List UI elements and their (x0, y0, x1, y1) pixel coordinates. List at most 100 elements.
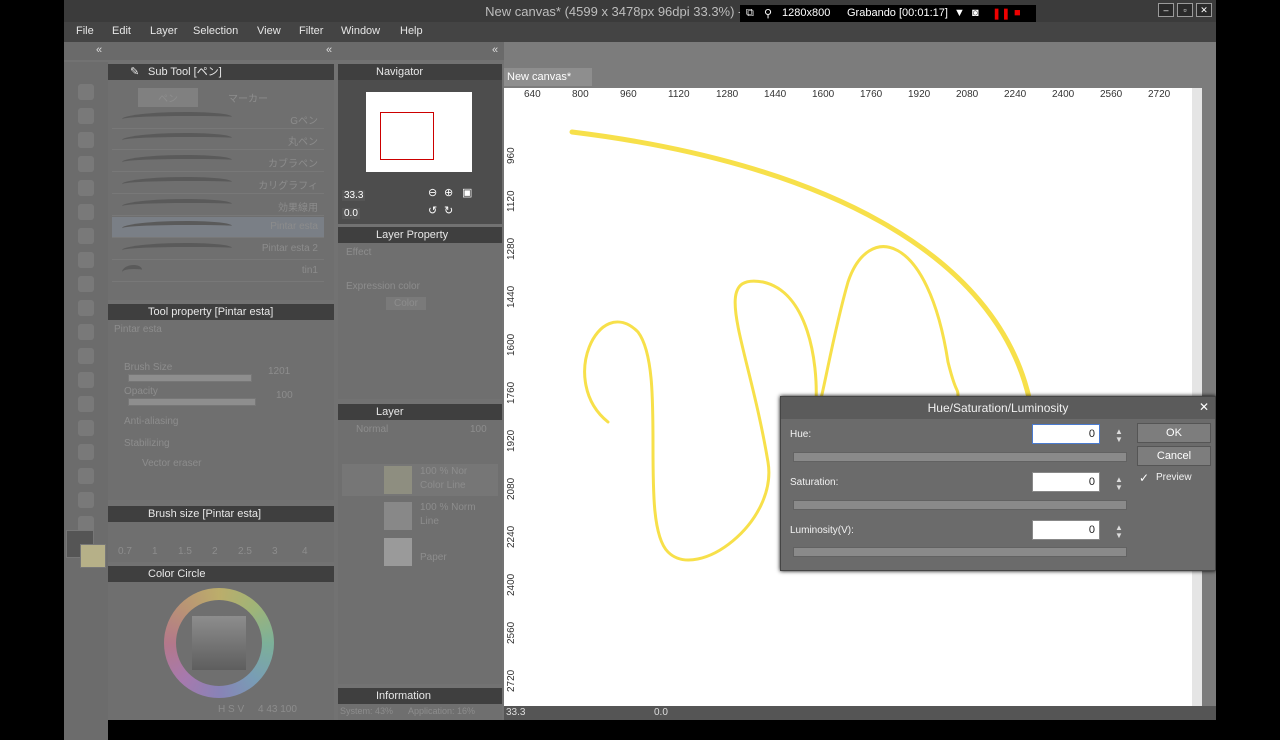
brush-size-option[interactable]: 3 (272, 546, 278, 557)
brush-size-option[interactable]: 2 (212, 546, 218, 557)
airbrush-tool-icon[interactable] (78, 324, 94, 340)
title-bar: New canvas* (4599 x 3478px 96dpi 33.3%) … (64, 0, 1216, 22)
camera-icon[interactable]: ◙ (972, 7, 979, 19)
toolprop-header: Tool property [Pintar esta] (108, 304, 334, 320)
saturation-slider[interactable] (793, 500, 1127, 510)
dock-header: « « « (64, 42, 504, 60)
pen-tool-icon[interactable] (78, 252, 94, 268)
screen-icon[interactable]: ⧉ (746, 7, 754, 20)
collapse-icon[interactable]: « (492, 44, 498, 56)
opacity-slider[interactable] (128, 398, 256, 406)
maximize-button[interactable]: ▫ (1177, 3, 1193, 17)
brush-size-option[interactable]: 1 (152, 546, 158, 557)
eraser-tool-icon[interactable] (78, 372, 94, 388)
menu-help[interactable]: Help (400, 25, 423, 37)
fit-icon[interactable]: ▣ (462, 186, 472, 199)
brush-item[interactable]: Gペン (112, 108, 324, 129)
stop-icon[interactable]: ■ (1014, 7, 1021, 19)
brush-stroke-preview (122, 221, 232, 233)
rotate-right-icon[interactable]: ↻ (444, 204, 453, 217)
minimize-button[interactable]: – (1158, 3, 1174, 17)
brush-size-value[interactable]: 1201 (268, 366, 290, 377)
hue-slider[interactable] (793, 452, 1127, 462)
brush-stroke-preview (122, 243, 232, 255)
brush-size-option[interactable]: 1.5 (178, 546, 192, 557)
subtool-tab-marker[interactable]: マーカー (218, 88, 278, 107)
figure-tool-icon[interactable] (78, 468, 94, 484)
lasso-tool-icon[interactable] (78, 156, 94, 172)
hue-input[interactable]: 0 (1032, 424, 1100, 444)
layer-row[interactable]: Paper (342, 536, 498, 568)
expression-color-select[interactable]: Color (386, 297, 426, 310)
layer-row[interactable]: 100 % Norm Line (342, 500, 498, 532)
canvas-tab[interactable]: New canvas* (504, 68, 592, 86)
move-tool-icon[interactable] (78, 84, 94, 100)
navigator-zoom[interactable]: 33.3 (342, 190, 366, 201)
zoom-out-icon[interactable]: ⊖ (428, 186, 437, 199)
brush-tool-icon[interactable] (78, 300, 94, 316)
brush-size-option[interactable]: 0.7 (118, 546, 132, 557)
eyedropper-icon[interactable] (78, 204, 94, 220)
cancel-button[interactable]: Cancel (1137, 446, 1211, 466)
saturation-square[interactable] (192, 616, 246, 670)
navigator-angle[interactable]: 0.0 (342, 208, 360, 219)
blend-mode-select[interactable]: Normal (356, 424, 388, 435)
pen-icon: ✎ (130, 66, 140, 78)
menu-window[interactable]: Window (341, 25, 380, 37)
menu-layer[interactable]: Layer (150, 25, 178, 37)
collapse-icon[interactable]: « (326, 44, 332, 56)
navigator-viewport[interactable] (380, 112, 434, 160)
menu-filter[interactable]: Filter (299, 25, 323, 37)
brush-size-slider[interactable] (128, 374, 252, 382)
brush-item[interactable]: Pintar esta 2 (112, 239, 324, 260)
brush-item-selected[interactable]: Pintar esta (112, 217, 324, 238)
brush-item[interactable]: tin1 (112, 261, 324, 282)
brush-item[interactable]: 効果線用 (112, 195, 324, 216)
layer-opacity[interactable]: 100 (470, 424, 487, 435)
menu-view[interactable]: View (257, 25, 281, 37)
sub-color-swatch[interactable] (80, 544, 106, 568)
brush-name: 効果線用 (278, 203, 318, 214)
close-icon[interactable]: ✕ (1199, 400, 1209, 414)
zoom-tool-icon[interactable] (78, 108, 94, 124)
opacity-value[interactable]: 100 (276, 390, 293, 401)
pencil-tool-icon[interactable] (78, 276, 94, 292)
magnifier-icon[interactable]: ⚲ (764, 7, 772, 20)
dropdown-icon[interactable]: ▼ (954, 7, 965, 19)
layer-row[interactable]: 100 % Nor Color Line (342, 464, 498, 496)
luminosity-input[interactable]: 0 (1032, 520, 1100, 540)
ok-button[interactable]: OK (1137, 423, 1211, 443)
recorder-resolution: 1280x800 (782, 7, 831, 19)
hue-spinner-icon[interactable]: ▲ ▼ (1115, 428, 1123, 444)
saturation-input[interactable]: 0 (1032, 472, 1100, 492)
collapse-icon[interactable]: « (96, 44, 102, 56)
close-button[interactable]: ✕ (1196, 3, 1212, 17)
luminosity-spinner-icon[interactable]: ▲ ▼ (1115, 524, 1123, 540)
zoom-in-icon[interactable]: ⊕ (444, 186, 453, 199)
magic-wand-icon[interactable] (78, 180, 94, 196)
preview-checkbox[interactable]: ✓ (1139, 471, 1149, 485)
status-angle[interactable]: 0.0 (654, 707, 668, 718)
brush-item[interactable]: 丸ペン (112, 129, 324, 150)
brush-item[interactable]: カリグラフィ (112, 173, 324, 194)
gradient-tool-icon[interactable] (78, 444, 94, 460)
blend-tool-icon[interactable] (78, 396, 94, 412)
status-zoom[interactable]: 33.3 (506, 707, 525, 718)
brush-size-option[interactable]: 2.5 (238, 546, 252, 557)
rotate-left-icon[interactable]: ↺ (428, 204, 437, 217)
menu-edit[interactable]: Edit (112, 25, 131, 37)
selection-tool-icon[interactable] (78, 132, 94, 148)
brush-size-option[interactable]: 4 (302, 546, 308, 557)
fill-tool-icon[interactable] (78, 420, 94, 436)
menu-selection[interactable]: Selection (193, 25, 238, 37)
subtool-tab-pen[interactable]: ペン (138, 88, 198, 107)
subtool-header: ✎ Sub Tool [ペン] (108, 64, 334, 80)
menu-file[interactable]: File (76, 25, 94, 37)
decoration-tool-icon[interactable] (78, 348, 94, 364)
saturation-spinner-icon[interactable]: ▲ ▼ (1115, 476, 1123, 492)
pause-icon[interactable]: ❚❚ (992, 7, 1010, 20)
hand-tool-icon[interactable] (78, 228, 94, 244)
ruler-tool-icon[interactable] (78, 492, 94, 508)
luminosity-slider[interactable] (793, 547, 1127, 557)
brush-item[interactable]: カブラペン (112, 151, 324, 172)
